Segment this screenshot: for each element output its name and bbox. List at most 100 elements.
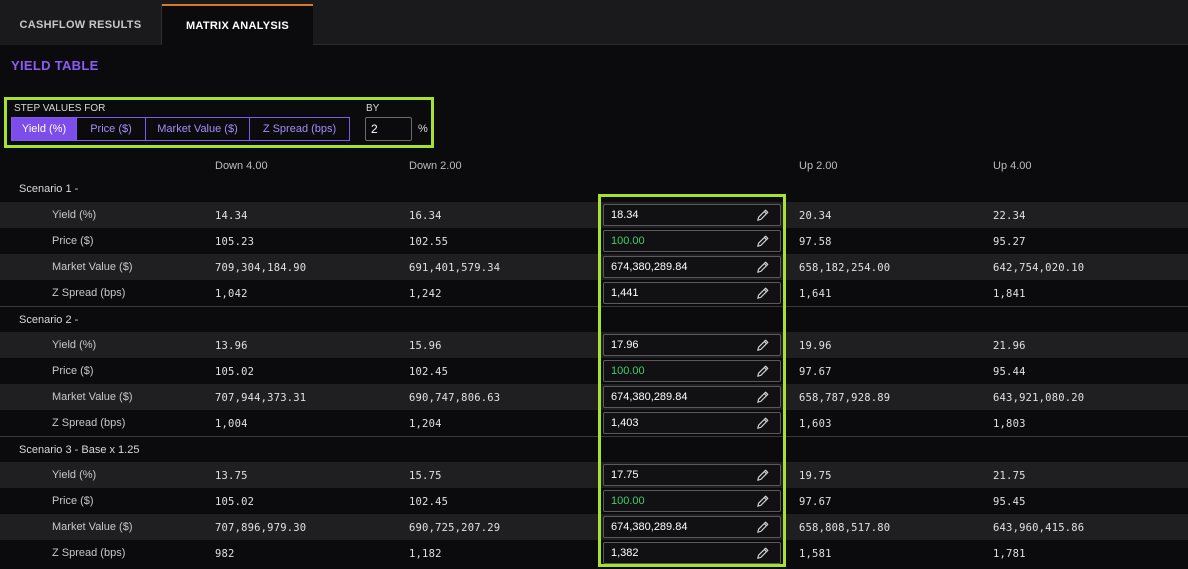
table-row: Yield (%) 13.96 15.96 17.96 19.96 21.96	[0, 332, 1188, 358]
step-option-yield[interactable]: Yield (%)	[11, 117, 77, 141]
cell-value: 95.45	[993, 496, 1026, 508]
base-value-input[interactable]: 674,380,289.84	[603, 516, 781, 538]
metric-label: Market Value ($)	[52, 261, 133, 273]
base-value: 1,441	[611, 287, 639, 299]
scenario-label: Scenario 1 -	[19, 183, 79, 195]
base-value: 674,380,289.84	[611, 391, 688, 403]
cell-value: 22.34	[993, 210, 1026, 222]
cell-value: 19.75	[799, 470, 832, 482]
base-value-input[interactable]: 100.00	[603, 230, 781, 252]
tab-cashflow-results[interactable]: CASHFLOW RESULTS	[0, 4, 162, 45]
cell-value: 21.75	[993, 470, 1026, 482]
table-row: Price ($) 105.02 102.45 100.00 97.67 95.45	[0, 488, 1188, 514]
step-unit-label: %	[418, 123, 428, 135]
base-value: 17.75	[611, 469, 639, 481]
by-label: BY	[366, 103, 380, 114]
base-value-input[interactable]: 17.96	[603, 334, 781, 356]
cell-value: 15.75	[409, 470, 442, 482]
pencil-icon[interactable]	[756, 208, 770, 222]
step-option-z-spread[interactable]: Z Spread (bps)	[250, 117, 350, 141]
cell-value: 21.96	[993, 340, 1026, 352]
cell-value: 709,304,184.90	[215, 262, 307, 274]
cell-value: 13.96	[215, 340, 248, 352]
cell-value: 105.02	[215, 366, 255, 378]
cell-value: 1,042	[215, 288, 248, 300]
base-value-input[interactable]: 17.75	[603, 464, 781, 486]
cell-value: 97.58	[799, 236, 832, 248]
cell-value: 1,204	[409, 418, 442, 430]
cell-value: 690,725,207.29	[409, 522, 501, 534]
pencil-icon[interactable]	[756, 286, 770, 300]
base-value-input[interactable]: 1,403	[603, 412, 781, 434]
cell-value: 19.96	[799, 340, 832, 352]
cell-value: 707,896,979.30	[215, 522, 307, 534]
tab-matrix-analysis[interactable]: MATRIX ANALYSIS	[162, 4, 313, 45]
pencil-icon[interactable]	[756, 234, 770, 248]
base-value: 100.00	[611, 365, 645, 377]
pencil-icon[interactable]	[756, 390, 770, 404]
pencil-icon[interactable]	[756, 364, 770, 378]
base-value: 18.34	[611, 209, 639, 221]
table-row: Market Value ($) 707,944,373.31 690,747,80…	[0, 384, 1188, 410]
base-value-input[interactable]: 1,382	[603, 542, 781, 564]
cell-value: 642,754,020.10	[993, 262, 1085, 274]
cell-value: 643,960,415.86	[993, 522, 1085, 534]
cell-value: 1,603	[799, 418, 832, 430]
cell-value: 97.67	[799, 366, 832, 378]
cell-value: 1,803	[993, 418, 1026, 430]
table-row: Market Value ($) 709,304,184.90 691,401,57…	[0, 254, 1188, 280]
cell-value: 102.55	[409, 236, 449, 248]
metric-label: Z Spread (bps)	[52, 417, 126, 429]
cell-value: 105.23	[215, 236, 255, 248]
cell-value: 690,747,806.63	[409, 392, 501, 404]
pencil-icon[interactable]	[756, 494, 770, 508]
base-value: 1,403	[611, 417, 639, 429]
cell-value: 658,808,517.80	[799, 522, 891, 534]
base-value-input[interactable]: 1,441	[603, 282, 781, 304]
cell-value: 102.45	[409, 366, 449, 378]
cell-value: 658,787,928.89	[799, 392, 891, 404]
cell-value: 14.34	[215, 210, 248, 222]
base-value-input[interactable]: 100.00	[603, 360, 781, 382]
column-header-down-4: Down 4.00	[215, 160, 268, 172]
base-value: 674,380,289.84	[611, 521, 688, 533]
cell-value: 1,004	[215, 418, 248, 430]
base-value-input[interactable]: 674,380,289.84	[603, 256, 781, 278]
pencil-icon[interactable]	[756, 468, 770, 482]
column-header-up-4: Up 4.00	[993, 160, 1032, 172]
cell-value: 1,841	[993, 288, 1026, 300]
cell-value: 658,182,254.00	[799, 262, 891, 274]
step-by-input[interactable]	[365, 117, 412, 141]
cell-value: 1,242	[409, 288, 442, 300]
metric-label: Market Value ($)	[52, 391, 133, 403]
cell-value: 1,581	[799, 548, 832, 560]
pencil-icon[interactable]	[756, 546, 770, 560]
column-header-down-2: Down 2.00	[409, 160, 462, 172]
metric-label: Price ($)	[52, 365, 94, 377]
metric-label: Yield (%)	[52, 339, 97, 351]
pencil-icon[interactable]	[756, 416, 770, 430]
scenario-header: Scenario 1 -	[0, 176, 1188, 202]
pencil-icon[interactable]	[756, 338, 770, 352]
table-row: Z Spread (bps) 982 1,182 1,382 1,581 1,781	[0, 540, 1188, 566]
pencil-icon[interactable]	[756, 260, 770, 274]
table-row: Price ($) 105.02 102.45 100.00 97.67 95.44	[0, 358, 1188, 384]
cell-value: 102.45	[409, 496, 449, 508]
base-value-input[interactable]: 674,380,289.84	[603, 386, 781, 408]
base-value-input[interactable]: 18.34	[603, 204, 781, 226]
cell-value: 95.27	[993, 236, 1026, 248]
cell-value: 691,401,579.34	[409, 262, 501, 274]
base-value: 1,382	[611, 547, 639, 559]
cell-value: 1,781	[993, 548, 1026, 560]
step-option-market-value[interactable]: Market Value ($)	[146, 117, 250, 141]
metric-label: Z Spread (bps)	[52, 287, 126, 299]
column-header-up-2: Up 2.00	[799, 160, 838, 172]
cell-value: 1,641	[799, 288, 832, 300]
metric-label: Market Value ($)	[52, 521, 133, 533]
step-option-price[interactable]: Price ($)	[77, 117, 146, 141]
pencil-icon[interactable]	[756, 520, 770, 534]
tab-bar: CASHFLOW RESULTS MATRIX ANALYSIS	[0, 0, 1188, 45]
cell-value: 97.67	[799, 496, 832, 508]
metric-label: Price ($)	[52, 235, 94, 247]
base-value-input[interactable]: 100.00	[603, 490, 781, 512]
